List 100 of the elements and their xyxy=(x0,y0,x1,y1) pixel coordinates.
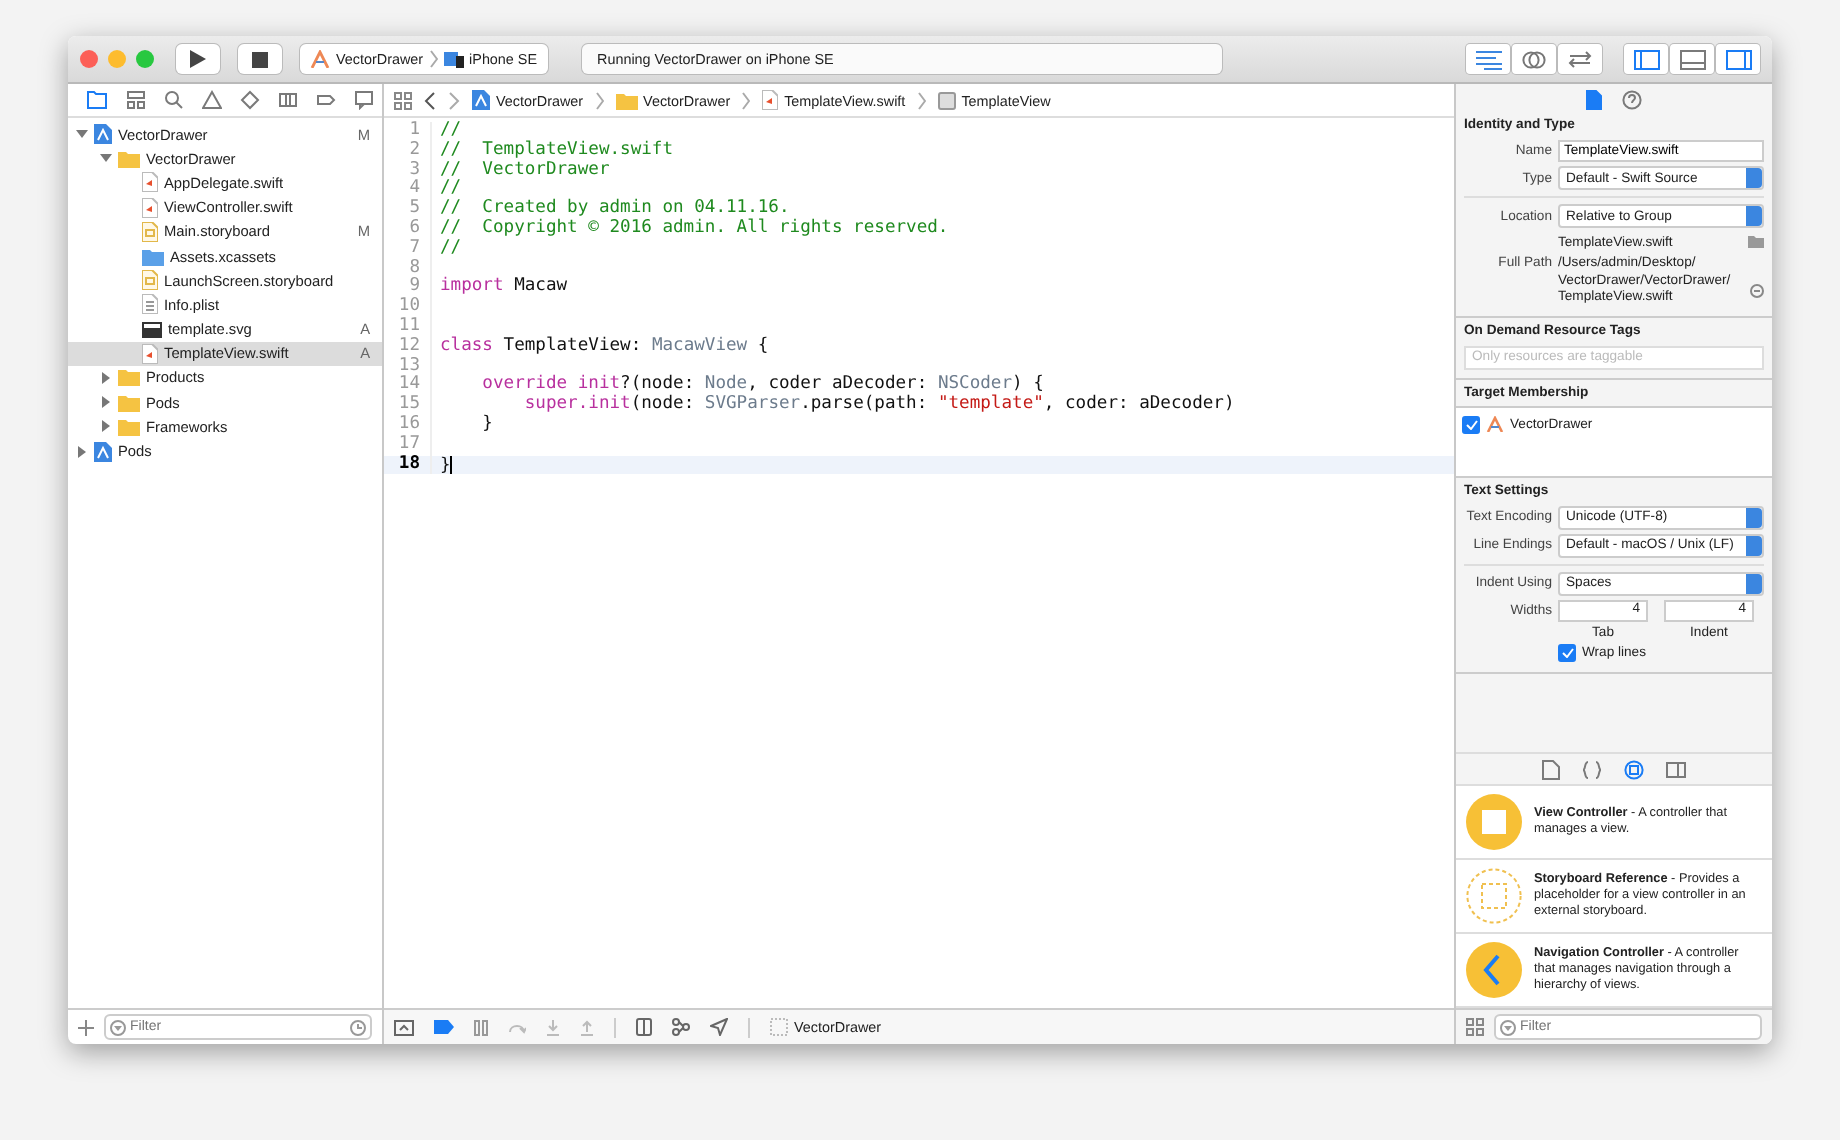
code-line: } xyxy=(480,415,493,436)
debug-panel-toggle[interactable] xyxy=(1670,44,1714,74)
tag-icon[interactable] xyxy=(316,90,336,110)
panel-layout-icon xyxy=(1679,49,1705,69)
chevron-icon xyxy=(429,50,438,68)
play-icon xyxy=(190,50,206,68)
table-icon[interactable] xyxy=(278,90,298,110)
braces-icon[interactable] xyxy=(1582,759,1602,779)
breadcrumb-separator-icon xyxy=(742,91,751,109)
line-number: 14 xyxy=(384,376,432,397)
filter-icon xyxy=(1500,1019,1516,1035)
location-arrow-icon[interactable] xyxy=(710,1018,728,1036)
linked-circles-icon[interactable] xyxy=(1512,44,1556,74)
panel-layout-icon xyxy=(1633,49,1659,69)
folder-icon[interactable] xyxy=(1748,236,1764,248)
folder-icon xyxy=(118,417,140,436)
device-icon xyxy=(443,50,464,68)
swift-file-icon xyxy=(142,172,158,193)
speech-bubble-icon[interactable] xyxy=(354,90,374,110)
navigator-panel-toggle[interactable] xyxy=(1624,44,1668,74)
file-inspector-icon[interactable] xyxy=(1586,90,1602,110)
folder-icon xyxy=(118,393,140,412)
back-icon[interactable] xyxy=(424,91,436,109)
line-number: 4 xyxy=(384,180,432,201)
media-icon[interactable] xyxy=(1666,759,1686,779)
code-line: import Macaw xyxy=(438,278,568,299)
filter-icon xyxy=(110,1019,126,1035)
storyboard-file-icon xyxy=(142,221,158,242)
editor-lines-icon[interactable] xyxy=(1466,44,1510,74)
checkbox[interactable] xyxy=(1462,415,1480,433)
code-line: // TemplateView.swift xyxy=(438,141,674,161)
add-icon[interactable] xyxy=(78,1019,94,1035)
code-line: } xyxy=(438,455,453,475)
code-line: // VectorDrawer xyxy=(438,161,610,180)
list-file-icon xyxy=(142,294,158,315)
memory-graph-icon[interactable] xyxy=(672,1018,690,1036)
grid-view-icon[interactable] xyxy=(1466,1018,1484,1036)
panel-layout-icon xyxy=(1725,49,1751,69)
line-number: 18 xyxy=(384,455,432,475)
swap-arrows-icon[interactable] xyxy=(1558,44,1602,74)
app-target-icon xyxy=(310,50,330,68)
navigation-controller-icon xyxy=(1466,942,1522,998)
warning-icon[interactable] xyxy=(202,90,222,110)
class-icon xyxy=(937,91,956,109)
help-icon[interactable] xyxy=(1622,90,1642,110)
line-number: 8 xyxy=(384,259,432,279)
hierarchy-icon[interactable] xyxy=(126,90,146,110)
storyboard-file-icon xyxy=(142,270,158,291)
clock-icon[interactable] xyxy=(350,1019,366,1035)
search-icon[interactable] xyxy=(164,90,184,110)
folder-icon xyxy=(118,149,140,168)
line-number: 1 xyxy=(384,122,432,142)
swift-file-icon xyxy=(142,197,158,218)
stop-button[interactable] xyxy=(238,44,282,74)
line-number: 12 xyxy=(384,337,432,358)
image-file-icon xyxy=(142,319,162,340)
line-number: 7 xyxy=(384,239,432,260)
line-number: 16 xyxy=(384,415,432,436)
line-number: 2 xyxy=(384,141,432,162)
line-number: 6 xyxy=(384,219,432,240)
code-line: // Created by admin on 04.11.16. xyxy=(438,200,790,219)
folder-icon[interactable] xyxy=(86,90,108,110)
breakpoint-icon[interactable] xyxy=(434,1020,454,1034)
stop-icon xyxy=(252,51,268,67)
line-number: 13 xyxy=(384,357,432,377)
pause-icon[interactable] xyxy=(474,1019,488,1035)
line-number: 9 xyxy=(384,278,432,299)
breadcrumb-separator-icon xyxy=(595,91,604,109)
line-number: 5 xyxy=(384,200,432,220)
object-icon[interactable] xyxy=(1624,759,1644,779)
close-button[interactable] xyxy=(80,50,98,68)
app-document-icon xyxy=(94,124,112,145)
line-number: 11 xyxy=(384,317,432,338)
line-number: 15 xyxy=(384,396,432,416)
app-target-icon xyxy=(1486,416,1504,432)
code-line: // xyxy=(438,180,462,199)
document-icon[interactable] xyxy=(1542,759,1560,779)
diamond-icon[interactable] xyxy=(240,90,260,110)
utilities-panel-toggle[interactable] xyxy=(1716,44,1760,74)
related-items-icon[interactable] xyxy=(394,91,412,109)
view-controller-icon xyxy=(1466,794,1522,850)
app-document-icon xyxy=(472,90,490,110)
forward-icon[interactable] xyxy=(448,91,460,109)
code-line: class TemplateView: MacawView { xyxy=(438,337,769,358)
code-line: super.init(node: SVGParser.parse(path: "template", coder: aDecoder) xyxy=(522,396,1235,416)
breadcrumb-separator-icon xyxy=(917,91,926,109)
view-hierarchy-icon[interactable] xyxy=(636,1018,652,1036)
swift-file-icon xyxy=(762,90,779,110)
code-line: // xyxy=(438,239,462,260)
run-button[interactable] xyxy=(176,44,220,74)
code-line: // Copyright © 2016 admin. All rights reserved. xyxy=(438,219,949,239)
code-line: override init?(node: Node, coder aDecoder: NSCoder) { xyxy=(480,376,1044,395)
checkbox[interactable] xyxy=(1558,644,1576,662)
storyboard-reference-icon xyxy=(1466,868,1522,924)
console-toggle-icon[interactable] xyxy=(394,1019,414,1035)
swift-file-icon xyxy=(142,343,158,364)
line-number: 3 xyxy=(384,161,432,181)
code-line: // xyxy=(438,122,462,141)
assets-folder-icon xyxy=(142,247,164,266)
folder-icon xyxy=(615,91,638,109)
